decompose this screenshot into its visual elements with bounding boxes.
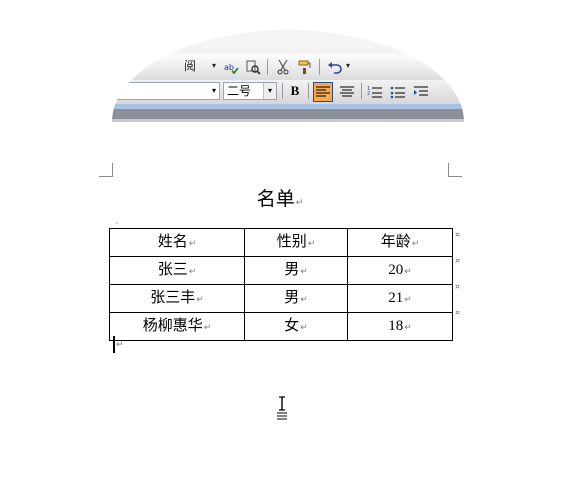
cell-text: 21 — [388, 290, 404, 306]
paragraph-mark: ↵ — [307, 239, 316, 249]
table-cell[interactable]: 姓名↵ — [109, 228, 245, 257]
table-cell[interactable]: 女↵ — [244, 312, 348, 341]
paragraph-mark: ↵ — [203, 323, 212, 333]
table-cell[interactable]: 年龄↵ — [347, 228, 453, 257]
paragraph-mark: ↵ — [404, 294, 412, 304]
cell-text: 18 — [388, 318, 404, 334]
crop-mark-left-vertical — [112, 163, 113, 177]
table-row: 张三丰↵ 男↵ 21↵ — [109, 284, 453, 313]
table-row: 张三↵ 男↵ 20↵ — [109, 256, 453, 285]
format-painter-icon[interactable] — [296, 58, 314, 76]
header-age: 年龄 — [380, 232, 411, 250]
undo-dropdown-arrow[interactable]: ▾ — [346, 58, 350, 74]
document-title-text: 名单 — [256, 188, 295, 210]
paragraph-mark: ↵ — [295, 198, 304, 208]
crop-mark-right-horizontal — [448, 176, 462, 177]
table-cell[interactable]: 男↵ — [244, 256, 348, 285]
header-gender: 性别 — [276, 232, 307, 250]
table-header-row: 姓名↵ 性别↵ 年龄↵ — [109, 228, 453, 257]
table-cell[interactable]: 性别↵ — [244, 228, 348, 257]
toolbar-dropdown-arrow[interactable]: ▾ — [212, 58, 216, 74]
table-cell[interactable]: 杨柳惠华↵ — [109, 312, 245, 341]
formatting-toolbar: ▾ 二号 ▾ B 12 — [112, 80, 464, 104]
paragraph-mark: ↵ — [116, 340, 124, 350]
row-end-mark: ¤ — [455, 230, 461, 239]
row-end-mark: ¤ — [455, 308, 461, 317]
cell-text: 女 — [284, 316, 300, 334]
ruler-edge — [112, 119, 464, 122]
table-cell[interactable]: 张三↵ — [109, 256, 245, 285]
paragraph-mark: ↵ — [411, 239, 420, 249]
toolbar-separator — [282, 83, 283, 99]
text-cursor — [113, 336, 115, 353]
toolbar-gray-band — [112, 109, 464, 119]
align-center-icon[interactable] — [338, 83, 356, 101]
cell-text: 20 — [388, 262, 404, 278]
paragraph-mark: ↵ — [404, 266, 412, 276]
table-cell[interactable]: 21↵ — [347, 284, 453, 313]
table-cell[interactable]: 18↵ — [347, 312, 453, 341]
bulleted-list-icon[interactable] — [389, 83, 407, 101]
standard-toolbar: 阅 ▾ ab ▾ — [112, 54, 464, 80]
toolbar-separator — [319, 59, 320, 75]
font-size-dropdown-arrow[interactable]: ▾ — [263, 83, 276, 99]
table-row: 杨柳惠华↵ 女↵ 18↵ — [109, 312, 453, 341]
indent-icon[interactable] — [412, 83, 430, 101]
font-name-select[interactable]: ▾ — [112, 82, 220, 100]
spellcheck-icon[interactable]: ab — [222, 58, 240, 76]
roster-table[interactable]: 姓名↵ 性别↵ 年龄↵ 张三↵ 男↵ 20↵ 张三丰↵ 男↵ 21↵ 杨柳惠华↵… — [109, 228, 453, 341]
paragraph-mark: ↵ — [300, 267, 308, 277]
paragraph-mark: ↵ — [300, 323, 308, 333]
table-cell[interactable]: 张三丰↵ — [109, 284, 245, 313]
toolbar-magnifier: 阅 ▾ ab ▾ ▾ 二号 ▾ B 1 2 — [112, 30, 464, 122]
paragraph-mark: ↵ — [188, 239, 197, 249]
cell-text: 张三丰 — [150, 288, 196, 306]
cell-text: 男 — [284, 260, 300, 278]
toolbar-truncated-label: 阅 — [184, 59, 197, 73]
paragraph-mark: ↵ — [404, 322, 412, 332]
row-end-mark: ¤ — [455, 282, 461, 291]
crop-mark-right-vertical — [448, 163, 449, 177]
cell-text: 男 — [284, 288, 300, 306]
font-name-dropdown-arrow[interactable]: ▾ — [209, 83, 219, 99]
font-size-value: 二号 — [227, 84, 252, 98]
font-size-select[interactable]: 二号 ▾ — [223, 82, 277, 100]
row-end-mark: ¤ — [455, 256, 461, 265]
toolbar-separator — [308, 83, 309, 99]
table-cell[interactable]: 男↵ — [244, 284, 348, 313]
cell-text: 张三 — [157, 260, 188, 278]
paragraph-mark: ↵ — [188, 267, 197, 277]
toolbar-separator — [267, 59, 268, 75]
bold-button[interactable]: B — [286, 82, 304, 100]
cut-icon[interactable] — [274, 58, 292, 76]
paragraph-mark: ↵ — [300, 295, 308, 305]
align-left-icon[interactable] — [313, 82, 333, 102]
toolbar-separator — [361, 83, 362, 99]
ibeam-cursor-icon — [277, 396, 287, 420]
table-cell[interactable]: 20↵ — [347, 256, 453, 285]
document-title[interactable]: 名单↵ — [0, 184, 560, 211]
research-icon[interactable] — [244, 58, 262, 76]
header-name: 姓名 — [157, 232, 188, 250]
numbered-list-icon[interactable]: 12 — [366, 83, 384, 101]
paragraph-mark: ↵ — [196, 295, 204, 305]
cell-text: 杨柳惠华 — [142, 316, 203, 334]
crop-mark-left-horizontal — [99, 176, 113, 177]
undo-icon[interactable] — [326, 58, 344, 76]
svg-text:2: 2 — [367, 91, 370, 97]
